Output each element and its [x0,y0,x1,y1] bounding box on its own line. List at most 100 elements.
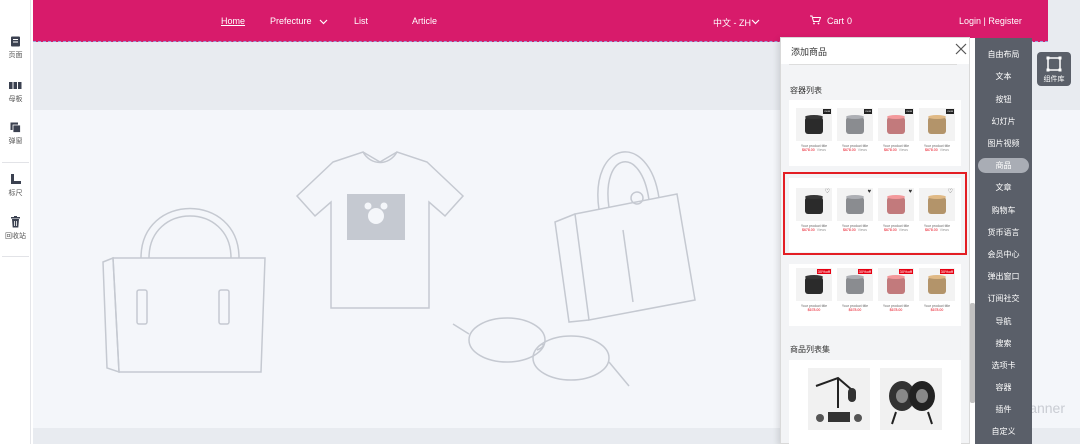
component-menu: 自由布局 文本 按钮 幻灯片 图片视频 商品 文章 购物车 货币语言 会员中心 … [975,38,1032,444]
page-icon [11,36,20,47]
new-badge: new [905,109,913,114]
chevron-down-icon [751,19,760,25]
comp-item-slideshow[interactable]: 幻灯片 [978,114,1029,129]
ruler-icon [11,174,21,184]
product-thumb: new Your product title $678.00 Views [878,108,914,153]
toolbar-item-master[interactable]: 母板 [0,80,31,104]
product-thumb: 30%off Your product title $678.00 [878,268,914,313]
component-library-icon [1046,56,1062,72]
comp-item-button[interactable]: 按钮 [978,92,1029,107]
nav-link-list[interactable]: List [354,16,368,26]
comp-item-cart[interactable]: 购物车 [978,203,1029,218]
product-thumb: 30%off Your product title $678.00 [796,268,832,313]
product-thumb: new Your product title $678.00 Views [919,108,955,153]
product-image [846,117,864,134]
site-top-nav[interactable]: Home Prefecture List Article 中文 - ZH Car… [33,0,1048,42]
speaker-image [880,368,942,430]
product-image [846,277,864,294]
trash-icon [11,216,20,228]
toolbar-item-trash[interactable]: 回收站 [0,216,31,241]
product-image [928,117,946,134]
product-price: $678.00 [843,148,856,152]
panel-divider [789,64,957,65]
chevron-down-icon [319,19,328,25]
popup-icon [10,122,21,133]
product-old-price: Views [857,148,867,152]
master-icon [9,82,22,89]
selected-style-highlight [783,172,967,255]
product-old-price: Views [898,148,908,152]
comp-item-subscribe-social[interactable]: 订阅社交 [978,291,1029,306]
section-title-product-list-set: 商品列表集 [790,345,830,354]
section-title-container-list: 容器列表 [790,86,822,95]
login-register-link[interactable]: Login | Register [959,16,1022,26]
comp-item-navigation[interactable]: 导航 [978,314,1029,329]
comp-item-free-layout[interactable]: 自由布局 [978,47,1029,62]
language-selector[interactable]: 中文 - ZH [713,16,751,29]
cart-link[interactable]: Cart [827,16,844,26]
panel-title: 添加商品 [791,47,828,57]
nav-link-home[interactable]: Home [221,16,245,26]
product-old-price: Views [939,148,949,152]
toolbar-label-ruler: 标尺 [8,190,23,197]
banner-illustration [102,151,696,387]
product-price: $678.00 [802,148,815,152]
nav-link-article[interactable]: Article [412,16,437,26]
product-image [805,277,823,294]
comp-item-tabs[interactable]: 选项卡 [978,358,1029,373]
comp-item-member-center[interactable]: 会员中心 [978,247,1029,262]
product-price: $678.00 [848,308,862,312]
comp-item-text[interactable]: 文本 [978,69,1029,84]
toolbar-label-trash: 回收站 [5,233,26,240]
toolbar-divider [2,162,29,163]
product-image [928,277,946,294]
product-list-set-card[interactable] [789,360,961,444]
cart-icon [810,15,821,25]
comp-item-custom[interactable]: 自定义 [978,424,1029,439]
product-thumb: 30%off Your product title $678.00 [919,268,955,313]
comp-item-article[interactable]: 文章 [978,180,1029,195]
new-badge: new [946,109,954,114]
nav-link-prefecture[interactable]: Prefecture [270,16,312,26]
left-toolbar: 页面 母板 弹窗 标尺 回收站 [0,0,31,444]
comp-item-container[interactable]: 容器 [978,380,1029,395]
toolbar-item-page[interactable]: 页面 [0,36,31,60]
new-badge: new [823,109,831,114]
product-image [887,277,905,294]
product-image [805,117,823,134]
close-icon[interactable] [955,43,967,55]
comp-item-currency-language[interactable]: 货币语言 [978,225,1029,240]
banner-text: anner [1029,400,1065,416]
cart-count: 0 [847,16,853,26]
product-old-price: Views [816,148,826,152]
comp-item-product[interactable]: 商品 [978,158,1029,173]
product-price: $678.00 [807,308,821,312]
toolbar-item-popup[interactable]: 弹窗 [0,122,31,146]
toolbar-label-page: 页面 [8,52,23,59]
product-thumb: new Your product title $678.00 Views [837,108,873,153]
comp-item-search[interactable]: 搜索 [978,336,1029,351]
sale-badge: 30%off [857,269,872,274]
component-library-button[interactable]: 组件库 [1037,52,1071,86]
sale-badge: 30%off [939,269,954,274]
product-thumb: new Your product title $678.00 Views [796,108,832,153]
comp-item-plugin[interactable]: 插件 [978,402,1029,417]
toolbar-divider [2,256,29,257]
comp-item-image-video[interactable]: 图片视频 [978,136,1029,151]
toolbar-label-master: 母板 [8,96,23,103]
product-price: $678.00 [925,148,938,152]
new-badge: new [864,109,872,114]
product-list-style-1[interactable]: new Your product title $678.00 Views new … [789,100,961,166]
product-image [887,117,905,134]
product-price: $678.00 [884,148,897,152]
panel-header: 添加商品 [781,38,969,64]
product-price: $678.00 [930,308,944,312]
product-thumb: 30%off Your product title $678.00 [837,268,873,313]
toolbar-item-ruler[interactable]: 标尺 [0,174,31,198]
toolbar-label-popup: 弹窗 [8,138,23,145]
microphone-kit-image [808,368,870,430]
product-price: $678.00 [889,308,903,312]
product-list-style-3[interactable]: 30%off Your product title $678.00 30%off… [789,264,961,326]
comp-item-popup-window[interactable]: 弹出窗口 [978,269,1029,284]
sale-badge: 30%off [816,269,831,274]
